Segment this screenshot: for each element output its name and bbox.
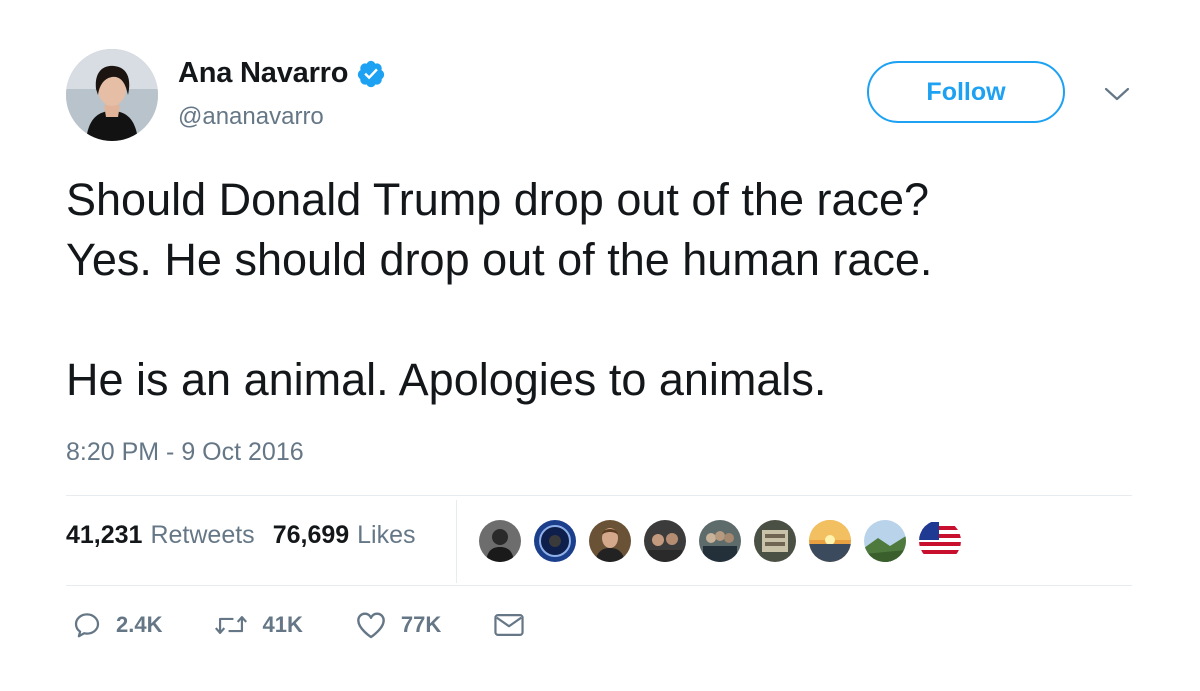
- liker-avatar[interactable]: [752, 518, 798, 564]
- liker-avatar[interactable]: [642, 518, 688, 564]
- reply-button[interactable]: 2.4K: [72, 610, 162, 640]
- tweet-line: Should Donald Trump drop out of the race…: [66, 174, 930, 225]
- likes-count: 76,699: [272, 521, 350, 549]
- retweets-label: Retweets: [150, 521, 255, 549]
- liker-avatar[interactable]: [697, 518, 743, 564]
- divider: [66, 495, 1132, 496]
- like-count: 77K: [400, 612, 442, 637]
- retweet-button[interactable]: 41K: [214, 610, 303, 640]
- envelope-icon: [494, 614, 524, 636]
- profile-photo: [66, 49, 158, 141]
- liker-avatar[interactable]: [862, 518, 908, 564]
- user-name-row: Ana Navarro: [178, 57, 386, 90]
- tweet-text: Should Donald Trump drop out of the race…: [66, 170, 1146, 410]
- user-handle[interactable]: @ananavarro: [178, 103, 324, 131]
- verified-badge-icon: [356, 59, 386, 89]
- retweets-stat[interactable]: 41,231 Retweets: [66, 521, 255, 550]
- reply-count: 2.4K: [116, 612, 163, 637]
- direct-message-button[interactable]: [493, 611, 525, 639]
- liker-avatars: [477, 518, 972, 564]
- chevron-down-icon[interactable]: [1104, 86, 1130, 102]
- user-name[interactable]: Ana Navarro: [178, 57, 348, 90]
- likes-stat[interactable]: 76,699 Likes: [273, 521, 416, 550]
- liker-avatar[interactable]: [477, 518, 523, 564]
- tweet-line: Yes. He should drop out of the human rac…: [66, 234, 933, 285]
- tweet-actions: 2.4K 41K 77K: [72, 610, 577, 640]
- liker-avatar[interactable]: [807, 518, 853, 564]
- avatar[interactable]: [66, 49, 158, 141]
- reply-icon: [74, 613, 100, 638]
- heart-icon: [356, 612, 385, 639]
- retweet-count: 41K: [262, 612, 303, 637]
- divider: [66, 585, 1132, 586]
- follow-button[interactable]: Follow: [867, 61, 1065, 123]
- engagement-stats: 41,231 Retweets 76,699 Likes: [66, 521, 416, 550]
- liker-avatar[interactable]: [587, 518, 633, 564]
- likes-label: Likes: [357, 521, 416, 549]
- stats-divider: [456, 500, 457, 583]
- liker-avatar[interactable]: [532, 518, 578, 564]
- like-button[interactable]: 77K: [355, 610, 441, 640]
- retweets-count: 41,231: [66, 521, 143, 549]
- retweet-icon: [215, 616, 248, 634]
- tweet-timestamp[interactable]: 8:20 PM - 9 Oct 2016: [66, 438, 304, 467]
- tweet-line: He is an animal. Apologies to animals.: [66, 354, 827, 405]
- liker-avatar[interactable]: [917, 518, 963, 564]
